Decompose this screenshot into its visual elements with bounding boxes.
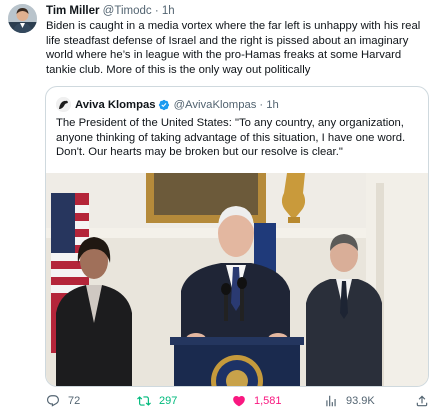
tweet-timestamp[interactable]: 1h xyxy=(162,5,175,17)
reply-button[interactable]: 72 xyxy=(46,392,80,410)
repost-button[interactable]: 297 xyxy=(137,392,177,410)
reply-icon xyxy=(47,395,59,407)
reply-count: 72 xyxy=(68,395,81,407)
share-button[interactable] xyxy=(415,392,429,410)
tweet-actions: 72 297 1,581 93.9K xyxy=(0,392,439,410)
verified-badge-icon xyxy=(158,99,169,110)
time-separator: · xyxy=(154,5,159,17)
quoted-author-handle: @AvivaKlompas xyxy=(173,98,257,111)
like-count: 1,581 xyxy=(254,395,282,407)
author-avatar[interactable] xyxy=(8,4,37,33)
tweet[interactable]: Tim Miller @Timodc · 1h Biden is caught … xyxy=(0,0,439,418)
repost-icon xyxy=(137,396,151,406)
quoted-tweet-header: Aviva Klompas @AvivaKlompas · 1h xyxy=(56,97,279,112)
views-button[interactable]: 93.9K xyxy=(324,392,375,410)
quoted-tweet-text: The President of the United States: "To … xyxy=(56,117,406,158)
tweet-text: Biden is caught in a media vortex where … xyxy=(46,20,421,76)
quoted-tweet[interactable]: Aviva Klompas @AvivaKlompas · 1h The Pre… xyxy=(45,86,429,387)
quoted-time-separator: · xyxy=(259,98,264,111)
quoted-tweet-timestamp: 1h xyxy=(266,98,279,111)
like-button[interactable]: 1,581 xyxy=(232,392,282,410)
author-name[interactable]: Tim Miller xyxy=(46,5,99,17)
author-handle[interactable]: @Timodc xyxy=(103,5,152,17)
view-count: 93.9K xyxy=(346,395,375,407)
quoted-author-name: Aviva Klompas xyxy=(75,98,156,111)
heart-icon xyxy=(233,396,245,407)
quoted-tweet-photo[interactable] xyxy=(46,173,429,387)
repost-count: 297 xyxy=(159,395,178,407)
tweet-header: Tim Miller @Timodc · 1h xyxy=(46,4,175,18)
share-icon xyxy=(416,395,428,407)
analytics-icon xyxy=(326,395,336,407)
quoted-author-avatar xyxy=(56,97,71,112)
